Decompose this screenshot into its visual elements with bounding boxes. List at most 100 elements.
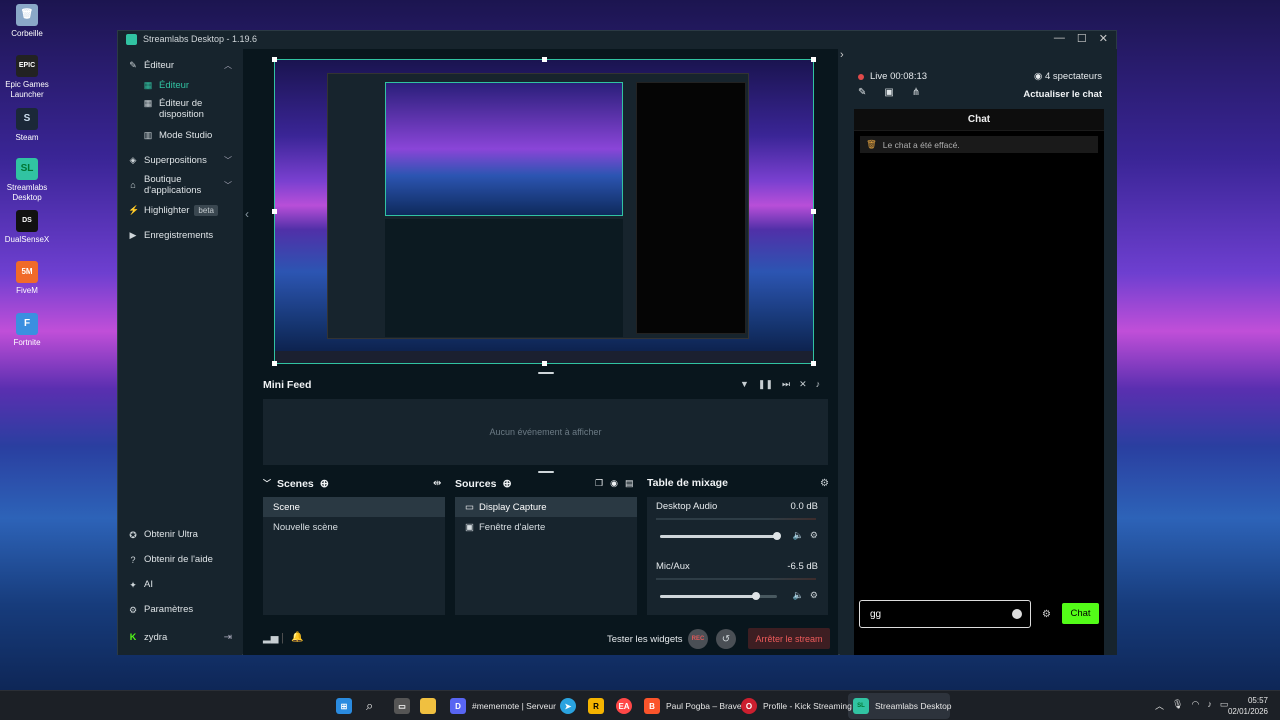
speaker-icon[interactable]: 🔈 (793, 590, 804, 601)
desktop-icon-steam[interactable]: S Steam (4, 108, 50, 143)
wifi-icon[interactable]: ◠ (1191, 699, 1199, 712)
resize-handle[interactable] (811, 209, 816, 214)
sidebar-item-help[interactable]: ? Obtenir de l'aide (118, 547, 242, 572)
resize-handle[interactable] (272, 209, 277, 214)
sidebar-item-studio-mode[interactable]: ▥ Mode Studio (118, 125, 242, 145)
volume-slider-knob[interactable] (773, 532, 781, 540)
test-widgets-label[interactable]: Tester les widgets (607, 634, 683, 645)
ea-icon[interactable]: EA (616, 696, 632, 716)
mixer-gear-icon[interactable]: ⚙ (820, 478, 829, 489)
clock[interactable]: 05:57 02/01/2026 (1228, 695, 1268, 717)
desktop-icon-epic[interactable]: EPIC Epic Games Launcher (4, 55, 50, 100)
list-item[interactable]: Nouvelle scène (263, 517, 445, 537)
list-item[interactable]: ▭ Display Capture (455, 497, 637, 517)
gear-icon[interactable]: ⚙ (810, 530, 818, 541)
filter-icon[interactable]: ▼ (740, 379, 749, 390)
desktop-icon-recycle-bin[interactable]: 🗑 Corbeille (4, 4, 50, 39)
group-icon[interactable]: ❐ (595, 478, 603, 489)
mic-icon[interactable]: 🎙 (1172, 699, 1183, 712)
telegram-icon[interactable]: ➤ (560, 696, 576, 716)
skip-icon[interactable]: ⏭ (782, 379, 790, 390)
chevron-down-icon[interactable]: ﹀ (263, 478, 271, 489)
resize-handle[interactable] (272, 57, 277, 62)
taskbar-item-brave[interactable]: B Paul Pogba – Brave (644, 696, 742, 716)
share-icon[interactable]: ⋔ (912, 87, 920, 98)
chat-input[interactable]: gg (859, 600, 1031, 628)
volume-icon[interactable]: ♪ (816, 379, 821, 390)
window-titlebar[interactable]: Streamlabs Desktop - 1.19.6 (118, 31, 1116, 47)
resize-handle[interactable] (542, 361, 547, 366)
desktop-icon-fortnite[interactable]: F Fortnite (4, 313, 50, 348)
rockstar-icon[interactable]: R (588, 696, 604, 716)
close-icon[interactable]: ✕ (1099, 32, 1108, 45)
logout-icon[interactable]: ⇥ (224, 632, 232, 643)
add-scene-icon[interactable]: ⊕ (320, 477, 329, 490)
chevron-up-icon[interactable]: ︿ (1155, 699, 1164, 712)
add-source-icon[interactable]: ⊕ (502, 477, 511, 490)
desktop-icon-fivem[interactable]: 5M FiveM (4, 261, 50, 296)
stream-preview[interactable] (274, 59, 814, 364)
desktop-icon-streamlabs[interactable]: SL Streamlabs Desktop (4, 158, 50, 203)
sidebar-item-editor-active[interactable]: ▦ Éditeur (118, 75, 242, 95)
task-view-icon[interactable]: ▭ (394, 696, 410, 716)
file-explorer-icon[interactable] (420, 696, 436, 716)
emoji-icon[interactable] (1012, 609, 1022, 619)
folder-icon[interactable]: ▤ (625, 478, 634, 489)
hide-icon[interactable]: ◉ (610, 478, 618, 489)
volume-slider-knob[interactable] (751, 592, 760, 600)
sidebar-item-recordings[interactable]: ▶ Enregistrements (118, 225, 242, 245)
chevron-left-icon[interactable]: ‹ (245, 207, 249, 221)
desktop-icon-label: Steam (15, 133, 39, 142)
pause-icon[interactable]: ❚❚ (758, 379, 773, 390)
list-item[interactable]: Scene (263, 497, 445, 517)
chat-tools: ✎ ▣ ⋔ (858, 87, 920, 98)
transition-icon[interactable]: ⇹ (433, 478, 441, 489)
volume-slider[interactable] (660, 532, 781, 540)
refresh-chat-button[interactable]: Actualiser le chat (1023, 89, 1102, 100)
taskbar-item-discord[interactable]: D #mememote | Serveur (450, 696, 556, 716)
sidebar-item-user[interactable]: K zydra ⇥ (118, 622, 242, 652)
maximize-icon[interactable]: ☐ (1077, 32, 1087, 45)
stats-icon[interactable]: ▂▅ (263, 633, 278, 644)
chevron-right-icon[interactable]: › (840, 49, 844, 61)
desktop-icon-dualsensex[interactable]: DS DualSenseX (4, 210, 50, 245)
sidebar-item-overlays[interactable]: ◈ Superpositions ﹀ (118, 150, 242, 170)
chat-settings-icon[interactable]: ⚙ (1042, 609, 1051, 620)
sidebar-item-layout-editor[interactable]: ▦ Éditeur de disposition (118, 95, 242, 125)
desktop-icon-label: Epic Games Launcher (5, 80, 49, 99)
panel-resize-handle[interactable] (538, 471, 554, 473)
sidebar-item-app-store[interactable]: ⌂ Boutique d'applications ﹀ (118, 170, 242, 200)
rec-button[interactable]: REC (688, 629, 708, 649)
gear-icon[interactable]: ⚙ (810, 590, 818, 601)
chat-send-button[interactable]: Chat (1062, 603, 1099, 624)
replay-buffer-button[interactable]: ↺ (716, 629, 736, 649)
speaker-icon[interactable]: 🔈 (793, 530, 804, 541)
search-icon[interactable]: ⌕ (366, 696, 373, 716)
list-item[interactable]: ▣ Fenêtre d'alerte (455, 517, 637, 537)
start-button[interactable]: ⊞ (336, 696, 352, 716)
stop-stream-button[interactable]: Arrêter le stream (748, 628, 830, 649)
taskbar-item-opera[interactable]: O Profile - Kick Streaming (741, 696, 852, 716)
taskbar-item-streamlabs[interactable]: SL Streamlabs Desktop (853, 696, 952, 716)
sidebar-item-settings[interactable]: ⚙ Paramètres (118, 597, 242, 622)
mute-alerts-icon[interactable]: ✕ (799, 379, 807, 390)
camera-icon[interactable]: ▣ (884, 87, 893, 98)
resize-handle[interactable] (811, 57, 816, 62)
minimize-icon[interactable]: — (1054, 32, 1065, 45)
sidebar-item-editor[interactable]: ✎ Éditeur ︿ (118, 55, 242, 75)
sidebar-item-highlighter[interactable]: ⚡ Highlighter beta (118, 200, 242, 220)
desktop-icon-label: DualSenseX (4, 235, 50, 244)
sidebar-item-ai[interactable]: ✦ AI (118, 572, 242, 597)
volume-icon[interactable]: ♪ (1207, 699, 1212, 712)
panel-resize-handle[interactable] (538, 372, 554, 374)
resize-handle[interactable] (542, 57, 547, 62)
sidebar-item-ultra[interactable]: ✪ Obtenir Ultra (118, 522, 242, 547)
window-title: Streamlabs Desktop - 1.19.6 (143, 34, 258, 44)
bell-icon[interactable]: 🔔 (291, 632, 303, 643)
resize-handle[interactable] (811, 361, 816, 366)
pencil-icon[interactable]: ✎ (858, 87, 866, 98)
volume-slider[interactable] (660, 592, 777, 600)
sparkle-icon: ✦ (129, 579, 137, 590)
bottom-bar: ▂▅ | 🔔 Tester les widgets REC ↺ Arrêter … (243, 624, 838, 654)
resize-handle[interactable] (272, 361, 277, 366)
